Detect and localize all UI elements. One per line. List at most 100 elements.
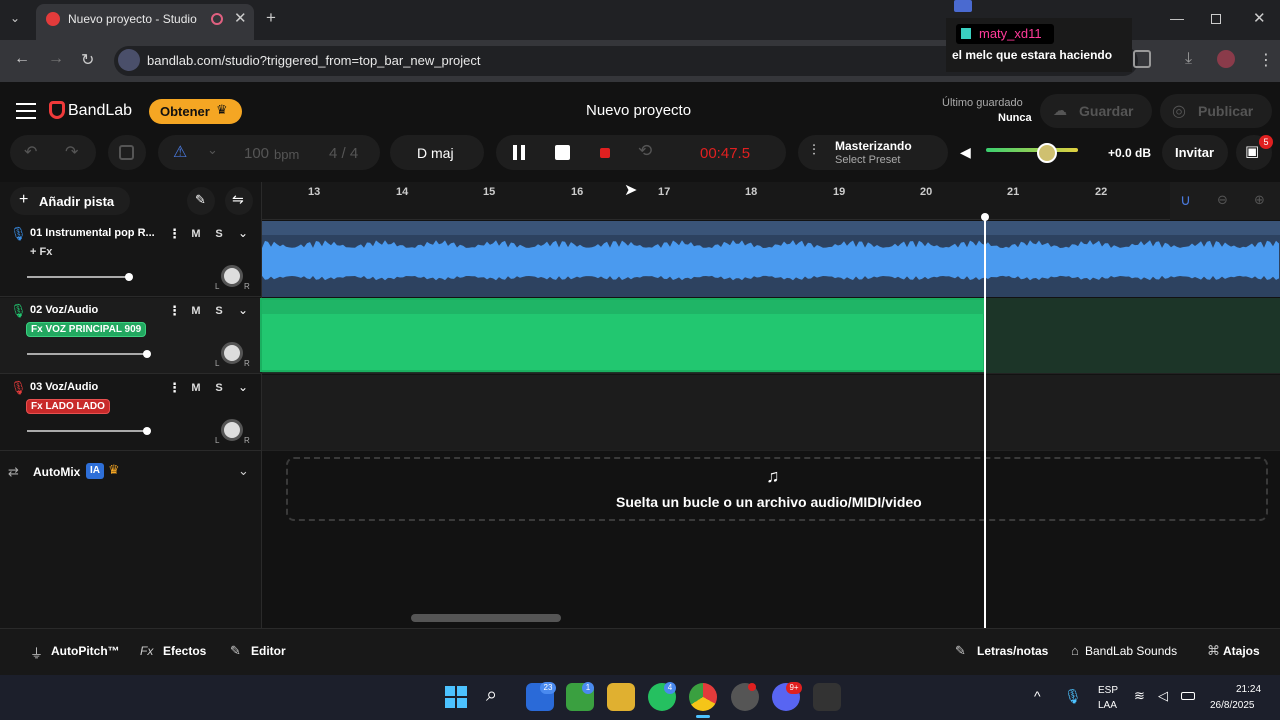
maximize-icon[interactable] <box>1211 14 1221 24</box>
drop-zone-text: Suelta un bucle o un archivo audio/MIDI/… <box>616 494 922 510</box>
efectos-button[interactable]: Efectos <box>163 644 206 658</box>
volume-slider[interactable] <box>27 350 151 358</box>
volume-icon[interactable]: ◀︎ <box>960 144 971 161</box>
volume-slider[interactable] <box>27 427 151 435</box>
new-tab-icon[interactable]: + <box>266 8 276 28</box>
metronome-dropdown-icon[interactable]: ⌄ <box>207 142 218 158</box>
master-volume-slider[interactable] <box>986 148 1078 152</box>
download-icon[interactable]: ⤓ <box>1185 50 1192 68</box>
terminal-icon[interactable] <box>813 683 841 711</box>
timeline-ruler[interactable] <box>262 182 1280 220</box>
db-readout: +0.0 dB <box>1108 146 1152 160</box>
track-menu-icon[interactable]: ⋮ <box>168 380 181 396</box>
bandlab-logo-icon <box>49 101 65 119</box>
back-icon[interactable]: ← <box>14 50 30 68</box>
snap-magnet-icon[interactable]: ∪ <box>1180 191 1191 209</box>
forward-icon[interactable]: → <box>48 50 64 68</box>
fx-chip[interactable]: Fx LADO LADO <box>26 399 110 414</box>
tray-mic-icon[interactable]: 🎙︎ <box>1064 688 1082 705</box>
tab-list-chevron-icon[interactable]: ⌄ <box>10 11 20 25</box>
pan-knob[interactable] <box>221 342 243 364</box>
fx-chip[interactable]: Fx VOZ PRINCIPAL 909 <box>26 322 147 337</box>
pencil-icon: ✎ <box>230 643 241 658</box>
track-name[interactable]: 01 Instrumental pop R... <box>30 227 164 239</box>
playhead-handle[interactable] <box>981 213 989 221</box>
ruler-tick: 13 <box>308 186 321 198</box>
metronome-icon[interactable]: ⚠ <box>173 142 187 162</box>
audio-waveform-region[interactable] <box>262 221 1280 297</box>
mute-button[interactable]: M <box>187 226 205 242</box>
track-expand-icon[interactable]: ⌄ <box>238 226 248 240</box>
battery-icon[interactable] <box>1181 692 1195 700</box>
track-expand-icon[interactable]: ⌄ <box>238 303 248 317</box>
playhead[interactable] <box>984 216 986 628</box>
automix-label[interactable]: AutoMix <box>33 465 80 479</box>
file-explorer-icon[interactable] <box>607 683 635 711</box>
minimize-icon[interactable]: — <box>1170 10 1184 26</box>
time-signature[interactable]: 4 / 4 <box>329 145 358 162</box>
pause-icon[interactable] <box>513 145 517 160</box>
site-info-icon[interactable] <box>118 49 140 71</box>
menu-icon[interactable]: ⋮ <box>1258 50 1274 70</box>
ruler-tick: 20 <box>920 186 933 198</box>
mute-button[interactable]: M <box>187 380 205 396</box>
language-primary[interactable]: ESP <box>1098 685 1118 696</box>
volume-slider[interactable] <box>27 273 133 281</box>
solo-button[interactable]: S <box>210 303 228 319</box>
loop-icon[interactable]: ⟲ <box>638 141 652 161</box>
fx-button[interactable]: + Fx <box>30 246 52 258</box>
track-lane-3[interactable] <box>262 375 1280 451</box>
pan-knob[interactable] <box>221 265 243 287</box>
horizontal-scrollbar[interactable] <box>411 614 561 622</box>
project-title[interactable]: Nuevo proyecto <box>586 102 691 119</box>
autopitch-button[interactable]: AutoPitch™ <box>51 644 120 658</box>
track-expand-icon[interactable]: ⌄ <box>238 380 248 394</box>
solo-button[interactable]: S <box>210 380 228 396</box>
bpm-value[interactable]: 100 <box>244 145 269 162</box>
zoom-out-icon[interactable]: ⊖ <box>1217 192 1228 208</box>
recording-region-header <box>262 300 984 314</box>
editor-button[interactable]: Editor <box>251 644 286 658</box>
track-menu-icon[interactable]: ⋮ <box>168 303 181 319</box>
chat-badge-icon <box>961 28 971 39</box>
close-window-icon[interactable]: ✕ <box>1253 9 1266 27</box>
stop-icon[interactable] <box>555 145 570 160</box>
master-volume-thumb[interactable] <box>1037 143 1057 163</box>
whatsapp-badge: 4 <box>664 682 676 694</box>
zoom-in-icon[interactable]: ⊕ <box>1254 192 1265 208</box>
track-name[interactable]: 02 Voz/Audio <box>30 304 98 316</box>
ia-badge: IA <box>86 463 104 479</box>
wifi-icon[interactable]: ≋ <box>1134 688 1145 704</box>
record-icon[interactable] <box>600 148 610 158</box>
search-icon[interactable]: ⌕ <box>486 684 497 707</box>
chat-username: maty_xd11 <box>979 26 1042 41</box>
key-label: D maj <box>417 145 454 161</box>
extensions-icon[interactable] <box>1133 50 1151 68</box>
atajos-button[interactable]: Atajos <box>1223 644 1260 658</box>
hamburger-menu-icon[interactable] <box>16 103 36 119</box>
automix-expand-icon[interactable]: ⌄ <box>238 463 249 479</box>
ruler-tick: 15 <box>483 186 496 198</box>
redo-icon[interactable]: ↷ <box>65 142 78 162</box>
pen-icon: ✎ <box>195 192 206 207</box>
undo-icon[interactable]: ↶ <box>24 142 37 162</box>
close-tab-icon[interactable]: ✕ <box>234 9 247 27</box>
profile-avatar[interactable] <box>1217 50 1235 68</box>
chrome-icon[interactable] <box>689 683 717 711</box>
bandlab-sounds-button[interactable]: BandLab Sounds <box>1085 644 1177 658</box>
solo-button[interactable]: S <box>210 226 228 242</box>
bpm-unit: bpm <box>274 147 300 162</box>
shortcuts-icon: ⌘ <box>1207 643 1220 658</box>
mic-icon: 🎙︎ <box>10 226 27 241</box>
reload-icon[interactable]: ↻ <box>81 50 94 70</box>
bandlab-logo[interactable]: BandLab <box>68 102 132 120</box>
tray-chevron-icon[interactable]: ^ <box>1034 688 1041 704</box>
track-menu-icon[interactable]: ⋮ <box>168 226 181 242</box>
windows-start-icon[interactable] <box>442 683 470 711</box>
clock-time[interactable]: 21:24 <box>1236 684 1261 695</box>
track-name[interactable]: 03 Voz/Audio <box>30 381 98 393</box>
speaker-icon[interactable]: ◁ <box>1158 688 1168 704</box>
pan-knob[interactable] <box>221 419 243 441</box>
letras-button[interactable]: Letras/notas <box>977 644 1048 658</box>
mute-button[interactable]: M <box>187 303 205 319</box>
